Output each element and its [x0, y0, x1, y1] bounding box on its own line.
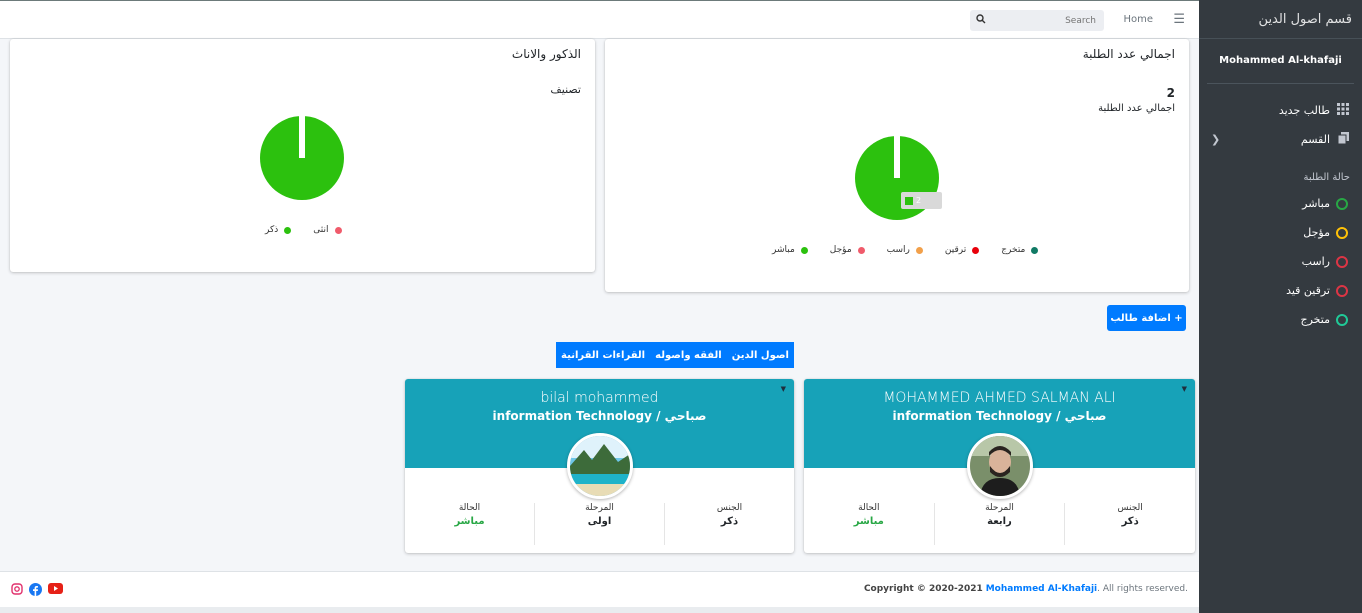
circle-icon — [1336, 255, 1348, 268]
sidebar-item-status-active[interactable]: مباشر — [1199, 189, 1362, 218]
tab-fiqh[interactable]: الفقه واصوله — [655, 350, 722, 361]
legend-item-male[interactable]: ذكر — [265, 225, 292, 235]
legend-item-graduated[interactable]: متخرج — [1001, 245, 1039, 255]
pie-tooltip: 2 — [901, 192, 942, 209]
card-subtitle: تصنيف — [550, 83, 581, 96]
stage-value: اولى — [587, 516, 612, 527]
sidebar-item-status-postponed[interactable]: مؤجل — [1199, 218, 1362, 247]
search-icon[interactable] — [976, 14, 986, 27]
card-dropdown-icon[interactable]: ▼ — [781, 385, 786, 393]
instagram-icon[interactable] — [11, 583, 23, 599]
gender-value: ذكر — [1121, 516, 1139, 527]
top-navbar: ☰ Home — [0, 0, 1199, 39]
stage-col: المرحلة اولى — [534, 503, 664, 545]
legend-item-postponed[interactable]: مؤجل — [830, 245, 865, 255]
circle-icon — [1336, 197, 1348, 210]
stage-col: المرحلة رابعة — [933, 503, 1065, 545]
student-card: ▼ bilal mohammed information Technology … — [405, 379, 794, 553]
student-avatar[interactable] — [966, 433, 1033, 499]
chevron-left-icon[interactable]: ❮ — [1211, 133, 1220, 146]
copyright-text: Copyright © 2020-2021 Mohammed Al-Khafaj… — [863, 584, 1188, 594]
legend-item-female[interactable]: انثى — [313, 225, 342, 235]
pie-slice-female — [299, 115, 305, 158]
copy-icon — [1336, 132, 1350, 147]
student-name: MOHAMMED AHMED SALMAN ALI — [883, 390, 1116, 406]
legend-item-failed[interactable]: راسب — [887, 245, 923, 255]
gender-legend: انثى ذكر — [265, 225, 342, 235]
sidebar-item-label: القسم — [1300, 133, 1330, 146]
circle-icon — [1336, 313, 1348, 326]
add-student-button[interactable]: + اضافة طالب — [1107, 305, 1186, 331]
sidebar-item-status-cancelled[interactable]: ترقين قيد — [1199, 276, 1362, 305]
youtube-icon[interactable] — [48, 583, 63, 599]
sidebar-item-department[interactable]: القسم ❮ — [1199, 125, 1362, 154]
sidebar-nav: طالب جديد القسم ❮ — [1199, 84, 1362, 154]
department-tabs: اصول الدين الفقه واصوله القراءات القراني… — [556, 342, 794, 368]
window-bottom-bar — [0, 607, 1199, 613]
status-value: مباشر — [454, 516, 485, 527]
social-links — [11, 583, 63, 599]
legend-item-cancelled[interactable]: ترقين — [945, 245, 980, 255]
student-department: information Technology / صباحي — [492, 409, 707, 423]
tab-quranic-readings[interactable]: القراءات القرانية — [561, 350, 645, 361]
student-count-label: اجمالي عدد الطلبة — [1098, 103, 1175, 114]
grid-icon — [1336, 103, 1350, 118]
gender-chart-card: الذكور والاناث تصنيف انثى ذكر — [10, 39, 595, 272]
student-department: information Technology / صباحي — [892, 409, 1107, 423]
student-avatar[interactable] — [566, 433, 633, 499]
student-card: ▼ MOHAMMED AHMED SALMAN ALI information … — [804, 379, 1195, 553]
sidebar-item-label: طالب جديد — [1278, 104, 1330, 117]
circle-icon — [1336, 284, 1348, 297]
sidebar-item-status-graduated[interactable]: متخرج — [1199, 305, 1362, 334]
circle-icon — [1336, 226, 1348, 239]
gender-col: الجنس ذكر — [664, 503, 794, 545]
status-legend: متخرج ترقين راسب مؤجل مباشر — [772, 245, 1039, 255]
student-name: bilal mohammed — [540, 390, 659, 406]
search-input[interactable] — [990, 10, 1100, 31]
total-students-card: اجمالي عدد الطلبة 2 اجمالي عدد الطلبة 2 … — [605, 39, 1189, 292]
gender-value: ذكر — [720, 516, 739, 527]
status-value: مباشر — [853, 516, 884, 527]
copyright-owner-link[interactable]: Mohammed Al-Khafaji — [986, 584, 1097, 594]
footer: Copyright © 2020-2021 Mohammed Al-Khafaj… — [0, 571, 1199, 607]
brand-title[interactable]: قسم اصول الدين — [1199, 0, 1362, 39]
facebook-icon[interactable] — [29, 583, 42, 599]
card-title: اجمالي عدد الطلبة — [1082, 47, 1175, 61]
card-dropdown-icon[interactable]: ▼ — [1182, 385, 1187, 393]
gender-pie-chart — [260, 115, 344, 200]
status-col: الحالة مباشر — [804, 503, 934, 545]
sidebar-item-new-student[interactable]: طالب جديد — [1199, 96, 1362, 125]
student-count: 2 — [1166, 86, 1175, 100]
sidebar: قسم اصول الدين Mohammed Al-khafaji طالب … — [1199, 0, 1362, 613]
home-link[interactable]: Home — [1123, 14, 1153, 25]
card-title: الذكور والاناث — [511, 47, 581, 61]
hamburger-menu-icon[interactable]: ☰ — [1173, 12, 1185, 27]
sidebar-item-status-failed[interactable]: راسب — [1199, 247, 1362, 276]
tab-usul-al-din[interactable]: اصول الدين — [732, 350, 789, 361]
user-name[interactable]: Mohammed Al-khafaji — [1207, 39, 1354, 84]
status-col: الحالة مباشر — [405, 503, 534, 545]
stage-value: رابعة — [987, 516, 1012, 527]
student-details: الجنس ذكر المرحلة اولى الحالة مباشر — [405, 503, 794, 545]
status-section-header: حالة الطلبة — [1303, 172, 1350, 183]
gender-col: الجنس ذكر — [1064, 503, 1195, 545]
legend-item-active[interactable]: مباشر — [772, 245, 808, 255]
student-details: الجنس ذكر المرحلة رابعة الحالة مباشر — [804, 503, 1195, 545]
search-box[interactable] — [970, 10, 1104, 31]
